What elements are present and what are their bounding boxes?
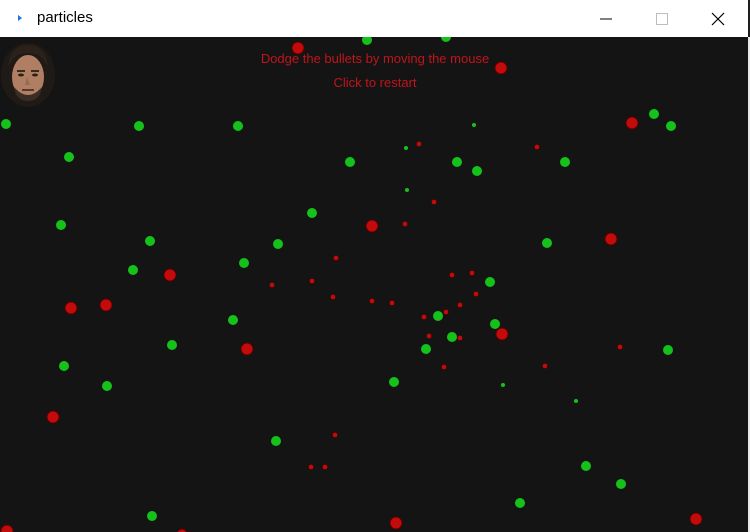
red-bullet [0, 524, 14, 532]
green-particle [1, 119, 11, 129]
red-bullet [416, 141, 422, 147]
close-button[interactable] [690, 0, 746, 37]
green-particle [616, 479, 626, 489]
green-particle [433, 311, 443, 321]
green-particle [581, 461, 591, 471]
green-particle [421, 344, 431, 354]
red-bullet [46, 410, 60, 424]
instruction-message: Dodge the bullets by moving the mouse [260, 51, 490, 66]
green-particle [404, 146, 408, 150]
red-bullet [309, 278, 315, 284]
green-particle [56, 220, 66, 230]
red-bullet [469, 270, 475, 276]
close-icon [711, 12, 725, 25]
green-particle [472, 123, 476, 127]
window-title: particles [37, 9, 93, 26]
green-particle [447, 332, 457, 342]
green-particle [167, 340, 177, 350]
green-particle [441, 37, 451, 42]
game-window: particles Dodge the bullets by moving th… [0, 0, 750, 532]
green-particle [574, 399, 578, 403]
red-bullet [322, 464, 328, 470]
red-bullet [473, 291, 479, 297]
red-bullet [308, 464, 314, 470]
player-face-sprite [1, 43, 55, 107]
restart-message[interactable]: Click to restart [0, 75, 748, 90]
green-particle [389, 377, 399, 387]
title-bar[interactable]: particles [0, 0, 750, 37]
green-particle [271, 436, 281, 446]
green-particle [128, 265, 138, 275]
red-bullet [330, 294, 336, 300]
red-bullet [369, 298, 375, 304]
green-particle [64, 152, 74, 162]
red-bullet [163, 268, 177, 282]
red-bullet [240, 342, 254, 356]
green-particle [663, 345, 673, 355]
green-particle [228, 315, 238, 325]
red-bullet [332, 432, 338, 438]
green-particle [649, 109, 659, 119]
maximize-icon [656, 12, 668, 25]
red-bullet [617, 344, 623, 350]
particle-field [0, 37, 703, 532]
red-bullet [604, 232, 618, 246]
green-particle [59, 361, 69, 371]
green-particle [485, 277, 495, 287]
green-particle [501, 383, 505, 387]
red-bullet [269, 282, 275, 288]
red-bullet [99, 298, 113, 312]
red-bullet [365, 219, 379, 233]
minimize-icon [600, 18, 612, 19]
red-bullet [64, 301, 78, 315]
red-bullet [402, 221, 408, 227]
green-particle [145, 236, 155, 246]
red-bullet [333, 255, 339, 261]
red-bullet [625, 116, 639, 130]
green-particle [452, 157, 462, 167]
red-bullet [441, 364, 447, 370]
green-particle [147, 511, 157, 521]
green-particle [239, 258, 249, 268]
green-particle [666, 121, 676, 131]
green-particle [307, 208, 317, 218]
game-canvas[interactable]: Dodge the bullets by moving the mouse Cl… [0, 37, 748, 532]
red-bullet [457, 302, 463, 308]
red-bullet [689, 512, 703, 526]
red-bullet [421, 314, 427, 320]
green-particle [490, 319, 500, 329]
red-bullet [389, 300, 395, 306]
app-icon [18, 15, 22, 21]
minimize-button[interactable] [578, 0, 634, 37]
maximize-button[interactable] [634, 0, 690, 37]
green-particle [273, 239, 283, 249]
green-particle [233, 121, 243, 131]
red-bullet [426, 333, 432, 339]
green-particle [515, 498, 525, 508]
green-particle [560, 157, 570, 167]
green-particle [345, 157, 355, 167]
red-bullet [542, 363, 548, 369]
green-particle [362, 37, 372, 45]
red-bullet [449, 272, 455, 278]
red-bullet [495, 327, 509, 341]
green-particle [134, 121, 144, 131]
red-bullet [389, 516, 403, 530]
red-bullet [431, 199, 437, 205]
red-bullet [443, 309, 449, 315]
green-particle [472, 166, 482, 176]
green-particle [405, 188, 409, 192]
green-particle [542, 238, 552, 248]
red-bullet [457, 335, 463, 341]
green-particle [102, 381, 112, 391]
red-bullet [534, 144, 540, 150]
